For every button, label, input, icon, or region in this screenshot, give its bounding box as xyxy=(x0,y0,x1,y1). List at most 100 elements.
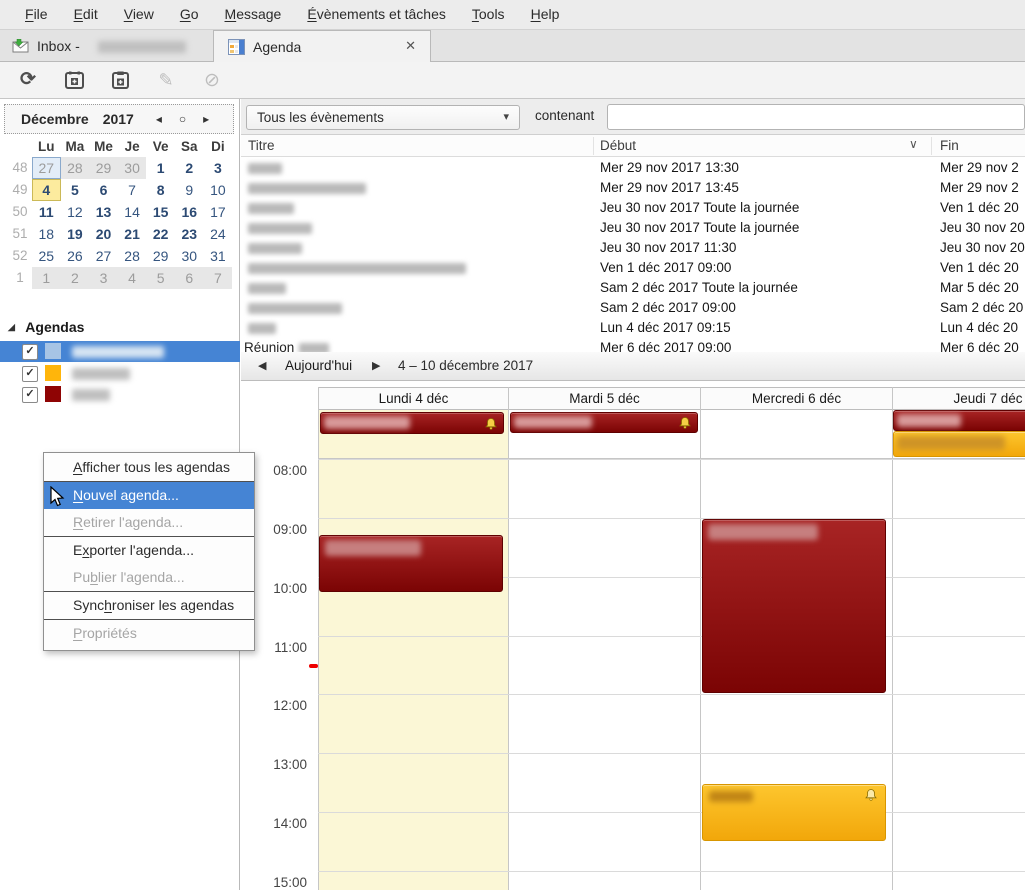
delete-event-button[interactable]: ⊘ xyxy=(202,70,222,91)
event-row[interactable]: Lun 4 déc 2017 09:15 Lun 4 déc 20 xyxy=(241,318,1025,338)
menu-item-export-calendar[interactable]: Exporter l'agenda... xyxy=(44,537,254,564)
timed-event-wednesday-0900[interactable] xyxy=(702,519,886,693)
minical-day[interactable]: 23 xyxy=(175,223,204,245)
allday-event-thursday-2[interactable] xyxy=(893,431,1025,457)
day-header-monday[interactable]: Lundi 4 déc xyxy=(318,387,509,410)
menu-item-synchronize-calendars[interactable]: Synchroniser les agendas xyxy=(44,592,254,619)
minical-day[interactable]: 6 xyxy=(89,179,118,201)
menu-go[interactable]: Go xyxy=(167,0,212,29)
minical-day[interactable]: 2 xyxy=(175,157,204,179)
agendas-section-header[interactable]: ◢ Agendas xyxy=(8,319,84,335)
minical-day[interactable]: 27 xyxy=(89,245,118,267)
minical-today-button[interactable]: ○ xyxy=(179,112,186,126)
minical-day-selected[interactable]: 4 xyxy=(32,179,61,201)
today-button[interactable]: Aujourd'hui xyxy=(285,358,352,373)
minical-day[interactable]: 19 xyxy=(61,223,90,245)
search-input[interactable] xyxy=(607,104,1025,130)
minical-day[interactable]: 16 xyxy=(175,201,204,223)
day-header-wednesday[interactable]: Mercredi 6 déc xyxy=(700,387,893,410)
event-row[interactable]: Mer 29 nov 2017 13:45 Mer 29 nov 2 xyxy=(241,178,1025,198)
day-header-thursday[interactable]: Jeudi 7 déc xyxy=(892,387,1025,410)
minical-day[interactable]: 28 xyxy=(60,157,90,179)
agenda-item[interactable]: ✓ xyxy=(0,363,240,384)
agenda-checkbox[interactable]: ✓ xyxy=(22,387,38,403)
menu-tools[interactable]: Tools xyxy=(459,0,518,29)
minical-day[interactable]: 18 xyxy=(32,223,61,245)
minical-day[interactable]: 31 xyxy=(204,245,233,267)
minical-day[interactable]: 2 xyxy=(60,267,90,289)
minical-day[interactable]: 22 xyxy=(146,223,175,245)
minical-day[interactable]: 28 xyxy=(118,245,147,267)
minical-prev-button[interactable]: ◂ xyxy=(156,112,162,126)
agenda-item[interactable]: ✓ xyxy=(0,384,240,405)
event-row[interactable]: Réunion Mer 6 déc 2017 09:00 Mer 6 déc 20 xyxy=(241,338,1025,352)
menu-help[interactable]: Help xyxy=(518,0,573,29)
minical-day[interactable]: 10 xyxy=(204,179,233,201)
expander-icon[interactable]: ◢ xyxy=(8,322,15,332)
minical-day[interactable]: 13 xyxy=(89,201,118,223)
minical-next-button[interactable]: ▸ xyxy=(203,112,209,126)
minical-day[interactable]: 5 xyxy=(146,267,175,289)
event-row[interactable]: Mer 29 nov 2017 13:30 Mer 29 nov 2 xyxy=(241,158,1025,178)
minical-day[interactable]: 4 xyxy=(117,267,147,289)
minical-day[interactable]: 24 xyxy=(204,223,233,245)
minical-day[interactable]: 17 xyxy=(204,201,233,223)
minical-day[interactable]: 5 xyxy=(61,179,90,201)
minical-day[interactable]: 6 xyxy=(174,267,204,289)
event-row[interactable]: Jeu 30 nov 2017 Toute la journée Jeu 30 n… xyxy=(241,218,1025,238)
minical-day[interactable]: 30 xyxy=(175,245,204,267)
next-week-button[interactable]: ▶ xyxy=(372,359,380,372)
menu-file[interactable]: File xyxy=(12,0,61,29)
minical-day[interactable]: 15 xyxy=(146,201,175,223)
minical-day[interactable]: 26 xyxy=(61,245,90,267)
minical-day[interactable]: 3 xyxy=(204,157,233,179)
minical-day[interactable]: 7 xyxy=(118,179,147,201)
new-event-button[interactable] xyxy=(64,70,84,90)
tab-inbox[interactable]: Inbox - xyxy=(0,30,213,61)
timed-event-monday-0915[interactable] xyxy=(319,535,503,592)
minical-day[interactable]: 3 xyxy=(89,267,118,289)
menu-edit[interactable]: Edit xyxy=(61,0,111,29)
agenda-checkbox[interactable]: ✓ xyxy=(22,344,38,360)
minical-day[interactable]: 25 xyxy=(32,245,61,267)
minical-day[interactable]: 21 xyxy=(118,223,147,245)
close-tab-icon[interactable]: ✕ xyxy=(405,38,416,54)
menu-item-new-calendar[interactable]: Nouvel agenda... xyxy=(44,482,254,509)
minical-day[interactable]: 12 xyxy=(61,201,90,223)
minical-day[interactable]: 11 xyxy=(32,201,61,223)
minical-day[interactable]: 29 xyxy=(89,157,118,179)
column-header-fin[interactable]: Fin xyxy=(940,138,959,153)
minical-day[interactable]: 30 xyxy=(117,157,147,179)
minical-day[interactable]: 27 xyxy=(32,157,61,179)
event-row[interactable]: Ven 1 déc 2017 09:00 Ven 1 déc 20 xyxy=(241,258,1025,278)
minical-day[interactable]: 1 xyxy=(146,157,175,179)
tab-agenda[interactable]: Agenda ✕ xyxy=(213,30,431,62)
event-row[interactable]: Sam 2 déc 2017 09:00 Sam 2 déc 20 xyxy=(241,298,1025,318)
minical-day[interactable]: 9 xyxy=(175,179,204,201)
menu-item-show-all-calendars[interactable]: Afficher tous les agendas xyxy=(44,454,254,481)
timed-event-wednesday-1330[interactable] xyxy=(702,784,886,841)
event-row[interactable]: Jeu 30 nov 2017 Toute la journée Ven 1 dé… xyxy=(241,198,1025,218)
agenda-checkbox[interactable]: ✓ xyxy=(22,366,38,382)
minical-day[interactable]: 8 xyxy=(146,179,175,201)
allday-event-thursday[interactable] xyxy=(893,410,1025,431)
column-header-debut[interactable]: Début xyxy=(600,138,636,153)
minical-day[interactable]: 1 xyxy=(32,267,61,289)
allday-event-tuesday[interactable] xyxy=(510,412,698,433)
column-header-titre[interactable]: Titre xyxy=(248,138,275,153)
minical-day[interactable]: 20 xyxy=(89,223,118,245)
menu-view[interactable]: View xyxy=(111,0,167,29)
day-header-tuesday[interactable]: Mardi 5 déc xyxy=(508,387,701,410)
event-row[interactable]: Sam 2 déc 2017 Toute la journée Mar 5 déc… xyxy=(241,278,1025,298)
agenda-item-selected[interactable]: ✓ xyxy=(0,341,240,362)
new-task-button[interactable] xyxy=(110,70,130,90)
previous-week-button[interactable]: ◀ xyxy=(258,359,266,372)
event-row[interactable]: Jeu 30 nov 2017 11:30 Jeu 30 nov 20 xyxy=(241,238,1025,258)
synchronize-button[interactable]: ⟳ xyxy=(18,70,38,90)
menu-message[interactable]: Message xyxy=(212,0,295,29)
event-filter-dropdown[interactable]: Tous les évènements ▾ xyxy=(246,105,520,130)
menu-events-tasks[interactable]: Évènements et tâches xyxy=(294,0,459,29)
minical-day[interactable]: 29 xyxy=(146,245,175,267)
minical-day[interactable]: 7 xyxy=(203,267,233,289)
allday-event-monday[interactable] xyxy=(320,412,504,434)
